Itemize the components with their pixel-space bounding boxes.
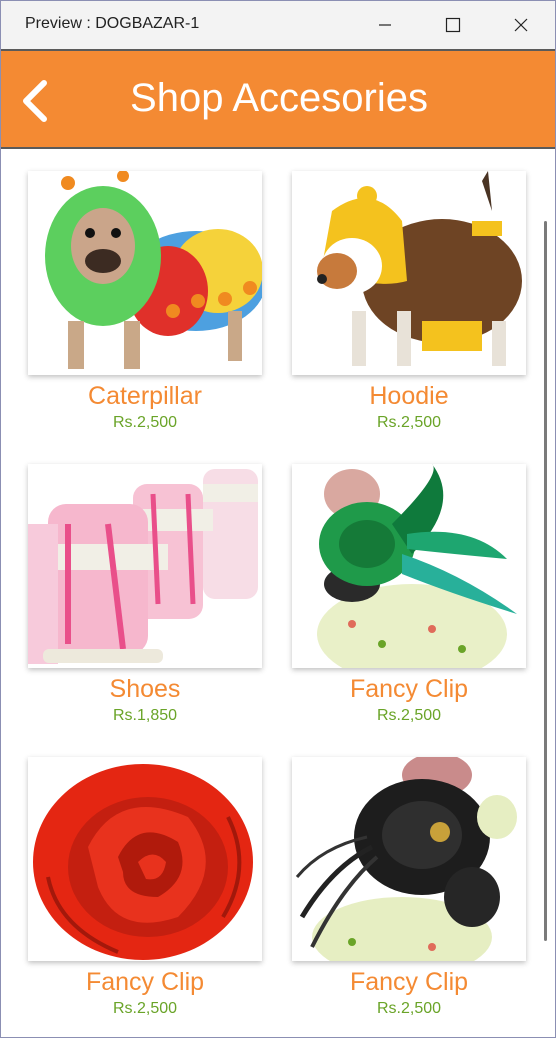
vertical-scrollbar[interactable] <box>544 221 547 941</box>
product-card[interactable]: Fancy Clip Rs.2,500 <box>292 757 526 1019</box>
product-image-hoodie[interactable] <box>292 171 526 375</box>
product-name: Shoes <box>109 675 181 703</box>
product-price: Rs.2,500 <box>112 1000 178 1017</box>
product-name: Fancy Clip <box>349 968 469 996</box>
product-image-fancy-clip-red[interactable] <box>28 757 262 961</box>
product-price: Rs.2,500 <box>376 414 442 431</box>
page-title: Shop Accesories <box>130 76 428 120</box>
product-price: Rs.1,850 <box>112 707 178 724</box>
maximize-icon <box>445 17 461 33</box>
minimize-icon <box>379 24 391 26</box>
window-title: Preview : DOGBAZAR-1 <box>25 15 200 32</box>
product-image-fancy-clip-black[interactable] <box>292 757 526 961</box>
minimize-button[interactable] <box>371 11 399 39</box>
product-grid: Caterpillar Rs.2,500 Hoodie Rs.2,500 Sho… <box>1 151 549 1037</box>
close-button[interactable] <box>507 11 535 39</box>
product-image-caterpillar[interactable] <box>28 171 262 375</box>
product-name: Caterpillar <box>88 382 202 410</box>
app-header: Shop Accesories <box>1 49 555 149</box>
product-image-shoes[interactable] <box>28 464 262 668</box>
product-name: Fancy Clip <box>349 675 469 703</box>
product-card[interactable]: Fancy Clip Rs.2,500 <box>28 757 262 1019</box>
product-card[interactable]: Hoodie Rs.2,500 <box>292 171 526 433</box>
product-card[interactable]: Fancy Clip Rs.2,500 <box>292 464 526 726</box>
title-bar: Preview : DOGBAZAR-1 <box>1 1 555 49</box>
product-card[interactable]: Caterpillar Rs.2,500 <box>28 171 262 433</box>
product-price: Rs.2,500 <box>376 707 442 724</box>
product-name: Hoodie <box>369 382 449 410</box>
product-name: Fancy Clip <box>85 968 205 996</box>
product-price: Rs.2,500 <box>112 414 178 431</box>
product-image-fancy-clip-green[interactable] <box>292 464 526 668</box>
product-card[interactable]: Shoes Rs.1,850 <box>28 464 262 726</box>
product-price: Rs.2,500 <box>376 1000 442 1017</box>
app-window: Preview : DOGBAZAR-1 Shop Accesories Cat… <box>0 0 556 1038</box>
close-icon <box>514 18 528 32</box>
maximize-button[interactable] <box>439 11 467 39</box>
